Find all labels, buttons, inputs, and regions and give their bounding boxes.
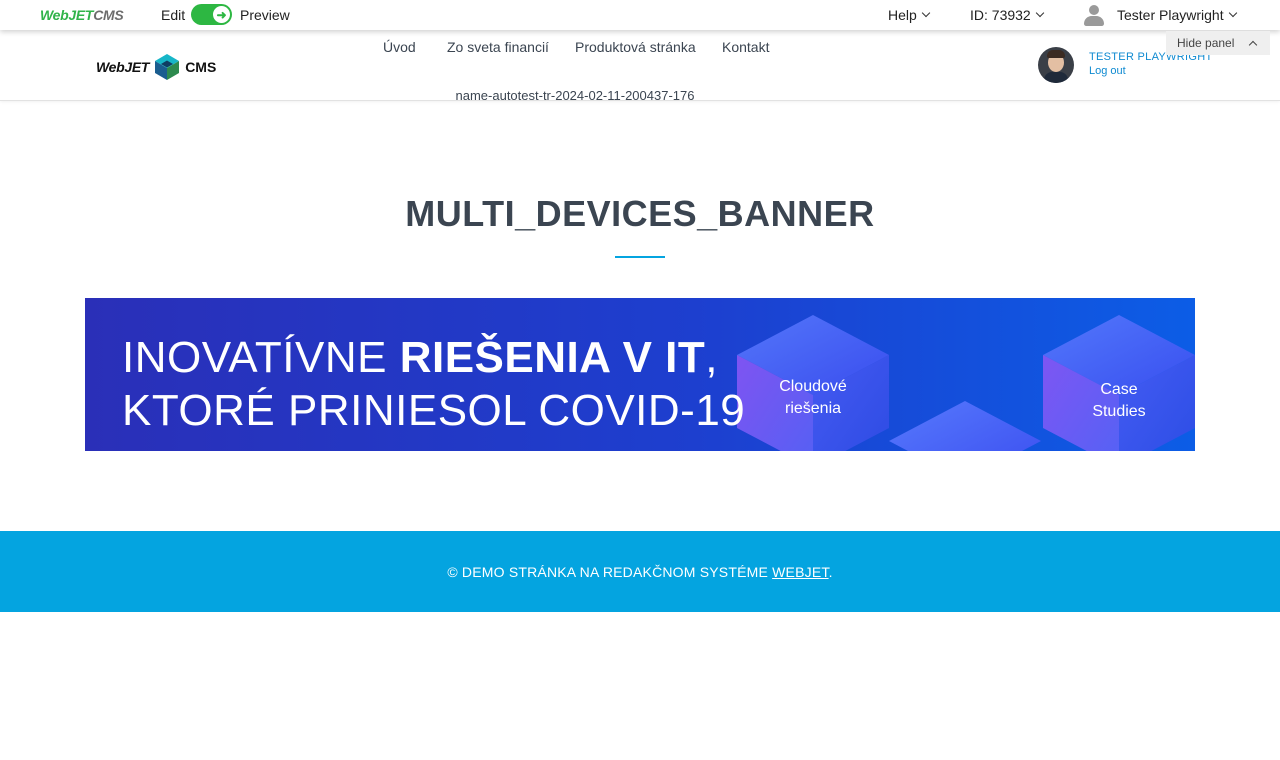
banner-card-case-line1: Case — [1100, 381, 1138, 398]
site-footer: © DEMO STRÁNKA NA REDAKČNOM SYSTÉME WEBJ… — [0, 531, 1280, 612]
banner-card-case-line2: Studies — [1092, 403, 1146, 420]
banner-headline-1-bold: RIEŠENIA V IT — [399, 333, 706, 382]
help-dropdown[interactable]: Help — [888, 7, 931, 23]
nav-item-zo-sveta-financii[interactable]: Zo sveta financií — [447, 39, 549, 55]
banner-headline-1: INOVATÍVNE RIEŠENIA V IT, — [122, 333, 718, 383]
site-logo-right: CMS — [185, 59, 217, 75]
user-avatar-icon[interactable] — [1083, 4, 1105, 26]
site-logo[interactable]: WebJET CMS — [96, 54, 216, 80]
logo-part-cms: CMS — [93, 7, 124, 23]
user-label: Tester Playwright — [1117, 7, 1224, 23]
banner-card-case-studies: Case Studies — [1071, 379, 1167, 423]
chevron-down-icon — [1228, 8, 1237, 18]
edit-label: Edit — [161, 7, 186, 23]
hide-panel-label: Hide panel — [1177, 36, 1235, 50]
site-header: WebJET CMS Úvod Zo sveta financií Produk… — [0, 30, 1280, 103]
nav-item-autotest-page[interactable]: name-autotest-tr-2024-02-11-200437-176 — [0, 88, 1150, 103]
page-id-label: ID: 73932 — [970, 7, 1031, 23]
banner-headline-2: KTORÉ PRINIESOL COVID-19 — [122, 386, 746, 435]
edit-preview-toggle[interactable]: ➜ — [191, 4, 232, 25]
nav-item-produktova-stranka[interactable]: Produktová stránka — [575, 39, 696, 55]
cube-logo-icon — [155, 54, 180, 80]
banner-headline-1-normal: INOVATÍVNE — [122, 333, 400, 382]
banner-headline-1-tail: , — [705, 333, 719, 382]
logo-part-web: Web — [40, 7, 69, 23]
nav-item-kontakt[interactable]: Kontakt — [722, 39, 769, 55]
banner-card-cloud-line1: Cloudové — [779, 378, 847, 395]
help-label: Help — [888, 7, 917, 23]
admin-toolbar: WebJETCMS Edit ➜ Preview Help ID: 73932 … — [0, 0, 1280, 30]
chevron-down-icon — [1035, 8, 1044, 18]
hide-panel-button[interactable]: Hide panel — [1166, 31, 1270, 55]
chevron-down-icon — [921, 8, 931, 18]
footer-text: © DEMO STRÁNKA NA REDAKČNOM SYSTÉME WEBJ… — [447, 564, 832, 580]
banner-card-cloud-line2: riešenia — [784, 400, 842, 417]
webjet-admin-logo[interactable]: WebJETCMS — [40, 7, 124, 23]
promo-banner[interactable]: INOVATÍVNE RIEŠENIA V IT, KTORÉ PRINIESO… — [85, 298, 1195, 451]
footer-copyright: © DEMO STRÁNKA NA REDAKČNOM SYSTÉME — [447, 563, 773, 580]
user-dropdown[interactable]: Tester Playwright — [1117, 7, 1237, 23]
arrow-right-icon: ➜ — [213, 6, 230, 23]
page-title: MULTI_DEVICES_BANNER — [405, 193, 875, 234]
footer-tail: . — [828, 563, 833, 580]
page-id-dropdown[interactable]: ID: 73932 — [970, 7, 1044, 23]
preview-label: Preview — [240, 7, 290, 23]
footer-webjet-link[interactable]: WEBJET — [772, 564, 828, 580]
user-photo-avatar[interactable] — [1038, 47, 1074, 83]
logout-link[interactable]: Log out — [1089, 65, 1126, 77]
banner-card-cloud: Cloudové riešenia — [765, 376, 861, 420]
nav-item-uvod[interactable]: Úvod — [383, 39, 416, 55]
title-divider — [615, 256, 665, 258]
site-logo-left: WebJET — [96, 59, 150, 75]
logo-part-jet: JET — [68, 7, 94, 23]
chevron-up-icon — [1249, 40, 1258, 50]
